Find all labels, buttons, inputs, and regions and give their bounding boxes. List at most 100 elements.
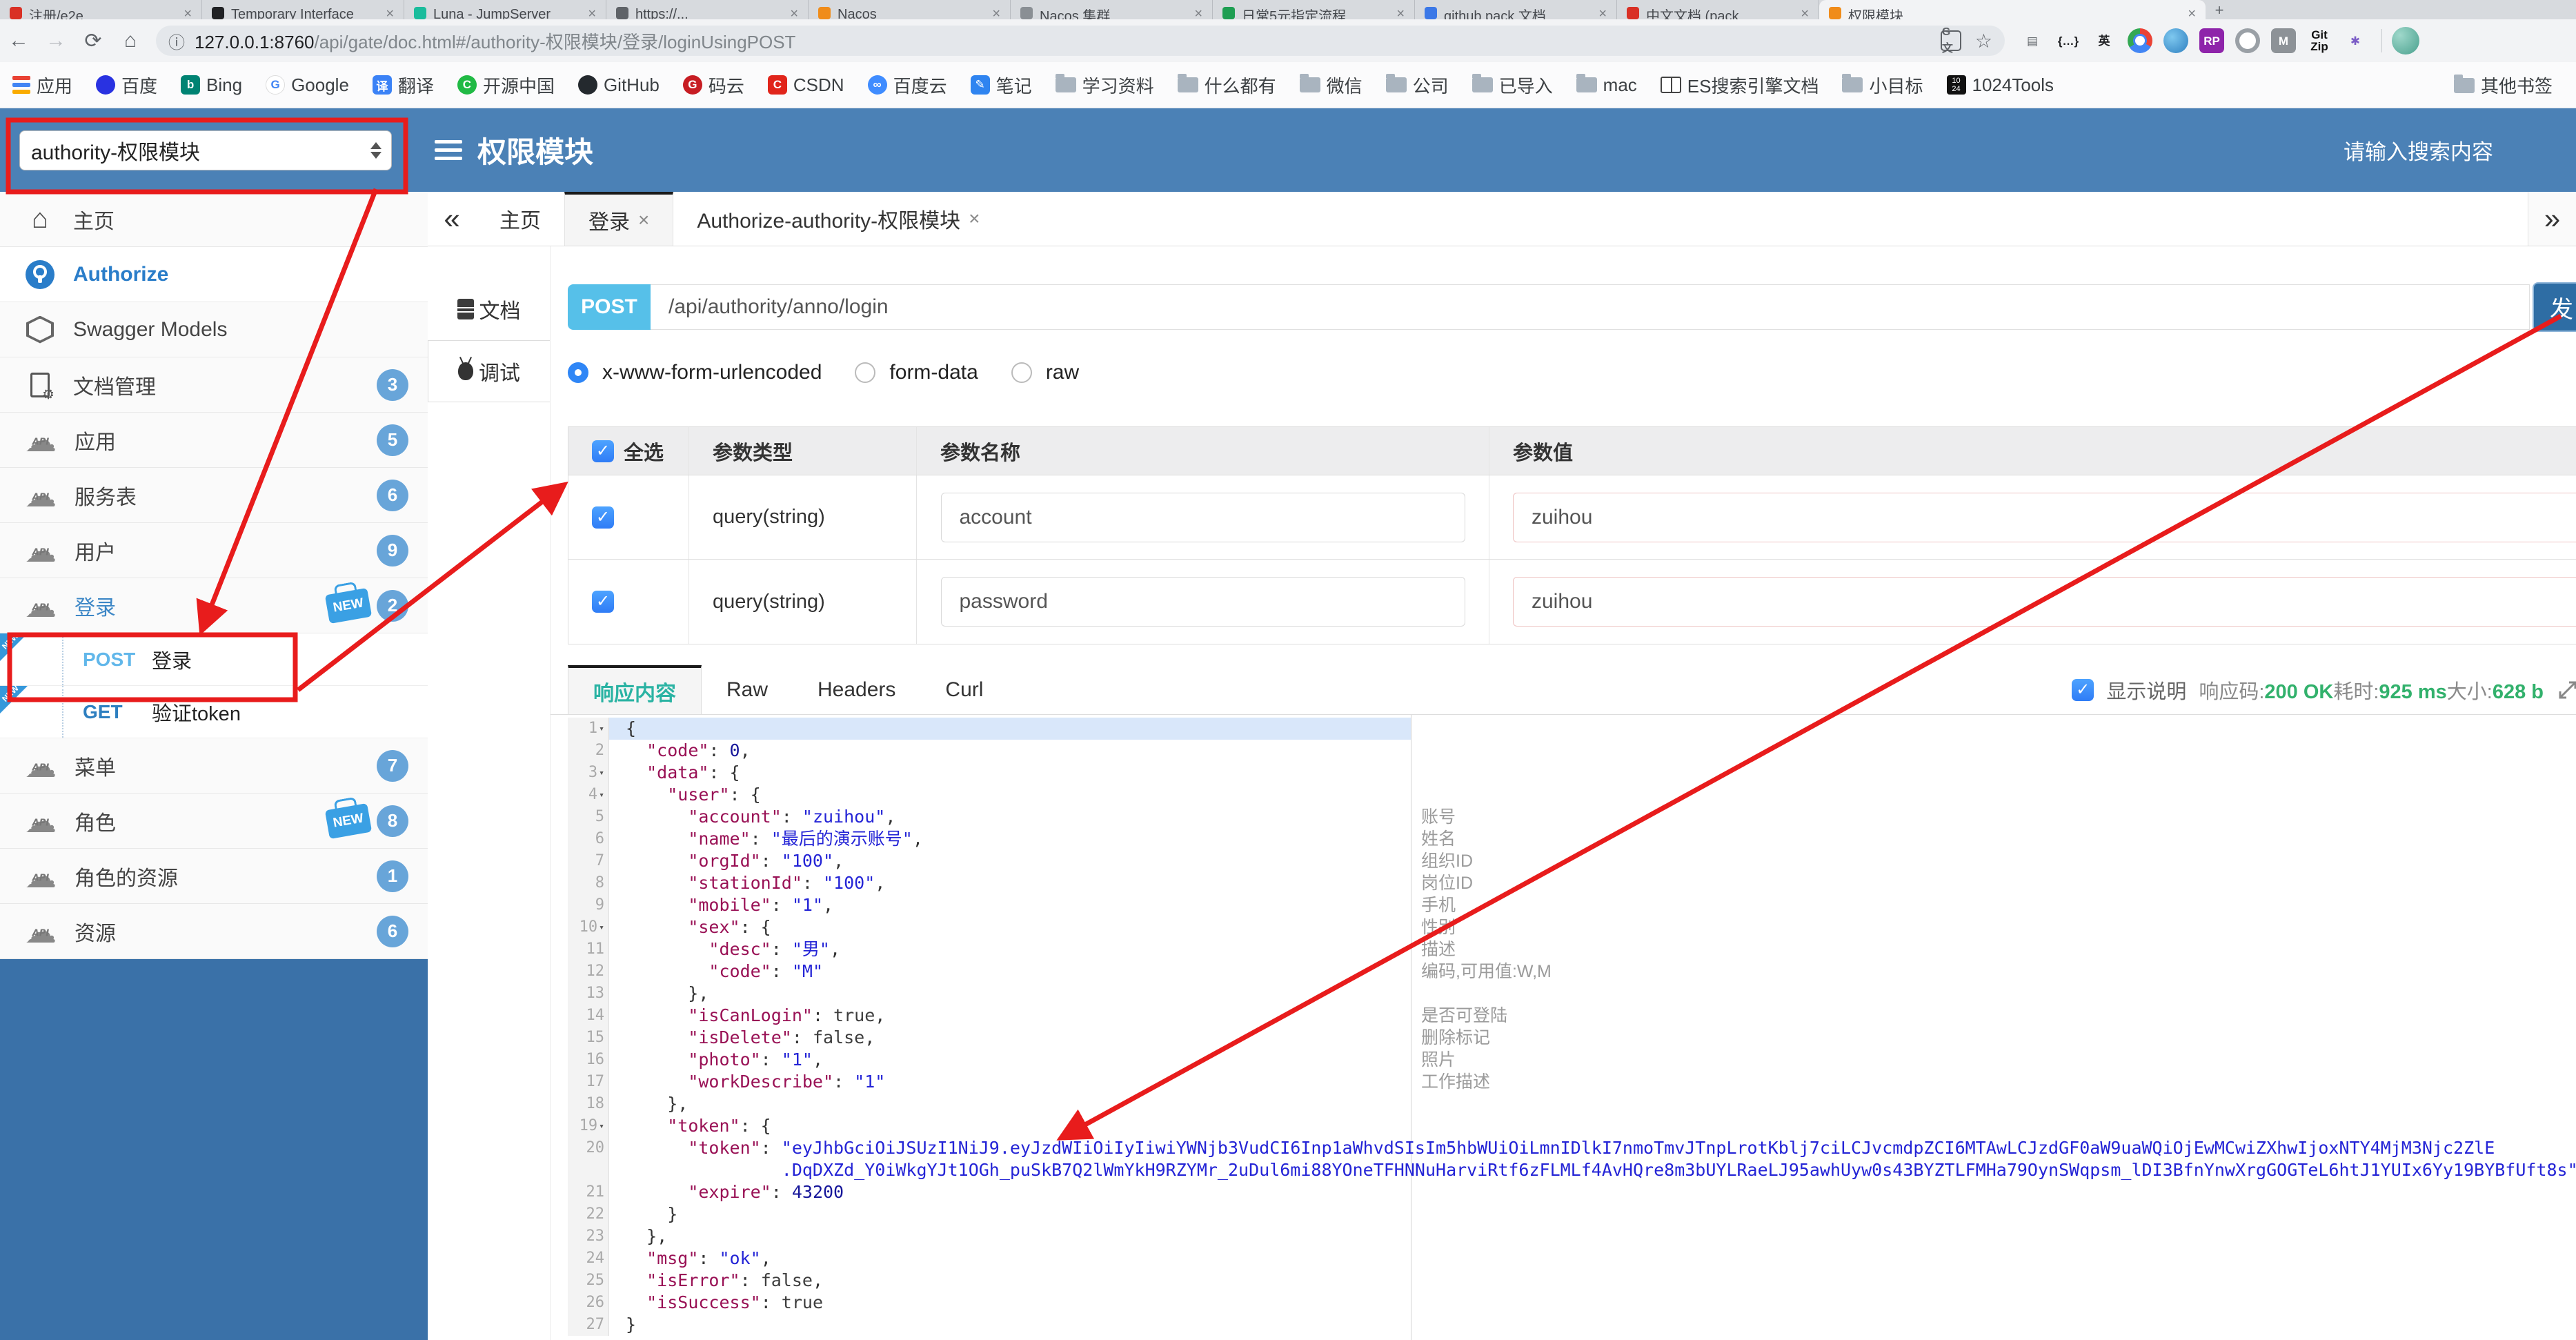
new-tab-button[interactable]: + xyxy=(2206,0,2233,19)
tab-close-icon[interactable]: × xyxy=(790,6,798,20)
gitzip-extension-icon[interactable]: Git Zip xyxy=(2307,28,2332,53)
radio-x-www-form-urlencoded[interactable] xyxy=(568,362,588,383)
request-url-input[interactable]: /api/authority/anno/login xyxy=(651,284,2530,330)
page-extension-icon[interactable]: ▤ xyxy=(2020,28,2045,53)
collapse-left-icon[interactable]: « xyxy=(428,192,476,246)
doc-tab-Authorize-authority-权限模块[interactable]: Authorize-authority-权限模块 × xyxy=(673,192,1003,246)
tab-close-icon[interactable]: × xyxy=(588,6,596,20)
response-tab-Curl[interactable]: Curl xyxy=(920,665,1008,714)
site-info-icon[interactable]: ⓘ xyxy=(168,29,185,53)
sidebar-item-登录[interactable]: ☁ API 登录 NEW 2 xyxy=(0,578,428,633)
checkbox-checked-icon[interactable]: ✓ xyxy=(592,440,614,462)
mini-tab-调试[interactable]: 调试 xyxy=(428,340,550,402)
hamburger-menu-icon[interactable] xyxy=(435,140,462,160)
tab-close-icon[interactable]: × xyxy=(1396,6,1405,20)
param-name-input[interactable]: account xyxy=(940,492,1465,542)
home-icon[interactable]: ⌂ xyxy=(112,29,149,52)
rp-extension-icon[interactable]: RP xyxy=(2199,28,2224,53)
bookmark-star-icon[interactable]: ☆ xyxy=(1975,30,1992,52)
browser-tab[interactable]: 权限模块 × xyxy=(1819,0,2206,19)
bookmark-item[interactable]: ✎ 笔记 xyxy=(970,72,1032,98)
param-value-input[interactable]: zuihou xyxy=(1513,492,2576,542)
shield-m-extension-icon[interactable]: M xyxy=(2271,28,2296,53)
sidebar-subitem-登录[interactable]: NEW POST 登录 xyxy=(0,631,428,686)
tab-close-icon[interactable]: × xyxy=(1194,6,1202,20)
sidebar-item-Swagger Models[interactable]: Swagger Models xyxy=(0,302,428,357)
back-icon[interactable]: ← xyxy=(0,29,37,52)
bookmark-item[interactable]: G Google xyxy=(266,75,349,96)
bookmark-item[interactable]: 小目标 xyxy=(1842,72,1923,98)
url-omnibox[interactable]: ⓘ 127.0.0.1:8760/api/gate/doc.html#/auth… xyxy=(156,26,2005,56)
tab-close-icon[interactable]: × xyxy=(1598,6,1607,20)
bookmark-item[interactable]: 译翻译 xyxy=(372,72,434,98)
response-tab-响应内容[interactable]: 响应内容 xyxy=(568,665,702,714)
browser-tab[interactable]: 日常5元指定流程 × xyxy=(1213,0,1415,19)
response-tab-Raw[interactable]: Raw xyxy=(702,665,793,714)
fold-arrow-icon[interactable]: ▾ xyxy=(599,923,604,933)
radio-form-data[interactable] xyxy=(855,362,876,383)
sidebar-subitem-验证token[interactable]: NEW GET 验证token xyxy=(0,683,428,738)
globe-extension-icon[interactable] xyxy=(2163,28,2188,53)
translate-icon[interactable]: G文 xyxy=(1940,26,1961,55)
profile-avatar[interactable] xyxy=(2392,27,2419,55)
bookmark-item[interactable]: 学习资料 xyxy=(1055,72,1154,98)
bookmark-item[interactable]: G 码云 xyxy=(682,72,744,98)
bookmark-item[interactable]: ES搜索引擎文档 xyxy=(1660,72,1819,98)
row-checkbox[interactable]: ✓ xyxy=(592,506,614,529)
param-name-input[interactable]: password xyxy=(940,577,1465,627)
row-checkbox[interactable]: ✓ xyxy=(592,591,614,613)
doc-tab-主页[interactable]: 主页 xyxy=(476,192,564,246)
ring-extension-icon[interactable] xyxy=(2235,28,2260,53)
chrome-extension-icon[interactable] xyxy=(2128,28,2152,53)
fold-arrow-icon[interactable]: ▾ xyxy=(599,1121,604,1132)
tab-close-icon[interactable]: × xyxy=(1801,6,1809,20)
fold-arrow-icon[interactable]: ▾ xyxy=(599,724,604,734)
braces-extension-icon[interactable]: {…} xyxy=(2056,28,2081,53)
browser-tab[interactable]: Luna - JumpServer × xyxy=(404,0,606,19)
browser-tab[interactable]: https://... × xyxy=(606,0,809,19)
sidebar-item-菜单[interactable]: ☁ API 菜单 7 xyxy=(0,738,428,794)
bookmark-item[interactable]: 微信 xyxy=(1299,72,1363,98)
forward-icon[interactable]: → xyxy=(37,29,75,52)
bookmark-item[interactable]: 10 24 1024Tools xyxy=(1946,75,2054,96)
bookmark-item[interactable]: ∞ 百度云 xyxy=(867,72,947,98)
bookmark-item[interactable]: 应用 xyxy=(12,72,72,98)
bookmark-item[interactable]: C CSDN xyxy=(767,75,844,96)
browser-tab[interactable]: github pack 文档 × xyxy=(1415,0,1617,19)
sidebar-item-主页[interactable]: ⌂ 主页 xyxy=(0,192,428,247)
fold-arrow-icon[interactable]: ▾ xyxy=(599,768,604,778)
tab-close-icon[interactable]: × xyxy=(386,6,394,20)
browser-tab[interactable]: Nacos × xyxy=(809,0,1011,19)
sidebar-item-资源[interactable]: ☁ API 资源 6 xyxy=(0,904,428,959)
collapse-right-icon[interactable]: » xyxy=(2528,192,2576,246)
fullscreen-expand-icon[interactable] xyxy=(2556,678,2576,702)
bookmark-item[interactable]: mac xyxy=(1576,74,1637,96)
tab-close-icon[interactable]: × xyxy=(638,209,649,231)
sidebar-item-Authorize[interactable]: Authorize xyxy=(0,247,428,302)
header-search-input[interactable]: 请输入搜索内容 xyxy=(2344,135,2493,166)
bookmark-item[interactable]: C 开源中国 xyxy=(457,72,555,98)
sidebar-item-角色[interactable]: ☁ API 角色 NEW 8 xyxy=(0,794,428,849)
bookmark-item[interactable]: 什么都有 xyxy=(1177,72,1276,98)
show-desc-checkbox[interactable]: ✓ xyxy=(2072,678,2094,701)
sidebar-item-服务表[interactable]: ☁ API 服务表 6 xyxy=(0,468,428,523)
module-select-dropdown[interactable]: authority-权限模块 xyxy=(19,130,392,170)
bookmark-item[interactable]: 百度 xyxy=(96,72,157,98)
bookmark-item[interactable]: 公司 xyxy=(1385,72,1449,98)
bookmark-item-other[interactable]: 其他书签 xyxy=(2446,62,2553,108)
fold-arrow-icon[interactable]: ▾ xyxy=(599,790,604,800)
tab-close-icon[interactable]: × xyxy=(992,6,1000,20)
translate-en-extension-icon[interactable]: 英 xyxy=(2092,28,2117,53)
mini-tab-文档[interactable]: 文档 xyxy=(428,278,550,340)
asterisk-extension-icon[interactable]: ✱ xyxy=(2343,28,2368,53)
doc-tab-登录[interactable]: 登录 × xyxy=(564,192,674,246)
reload-icon[interactable]: ⟳ xyxy=(75,29,112,53)
tab-close-icon[interactable]: × xyxy=(969,208,980,230)
bookmark-item[interactable]: 已导入 xyxy=(1472,72,1553,98)
tab-close-icon[interactable]: × xyxy=(184,6,192,20)
bookmark-item[interactable]: GitHub xyxy=(577,75,660,96)
browser-tab[interactable]: Nacos 集群 × xyxy=(1011,0,1213,19)
response-tab-Headers[interactable]: Headers xyxy=(793,665,920,714)
sidebar-item-用户[interactable]: ☁ API 用户 9 xyxy=(0,523,428,578)
browser-tab[interactable]: 注册/e2e × xyxy=(0,0,202,19)
